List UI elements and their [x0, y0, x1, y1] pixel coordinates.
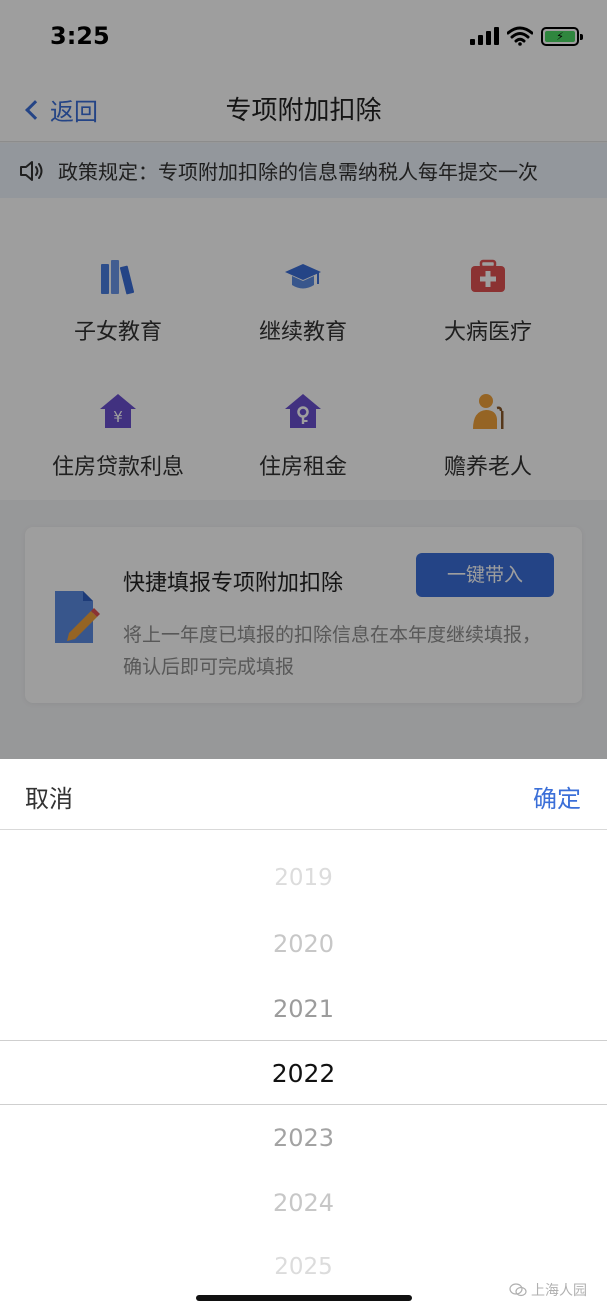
year-wheel[interactable]: 2019 2020 2021 2022 2023 2024 2025: [0, 830, 607, 1316]
watermark-text: 上海人园: [531, 1283, 587, 1299]
picker-option-2024[interactable]: 2024: [0, 1189, 607, 1217]
wechat-icon: [509, 1283, 527, 1297]
confirm-button[interactable]: 确定: [533, 779, 581, 814]
selection-line-top: [0, 1040, 607, 1041]
cancel-button[interactable]: 取消: [25, 779, 73, 814]
selection-line-bottom: [0, 1104, 607, 1105]
picker-option-2021[interactable]: 2021: [0, 995, 607, 1023]
picker-option-2019[interactable]: 2019: [0, 865, 607, 891]
year-picker-sheet: 取消 确定 2019 2020 2021 2022 2023 2024 2025: [0, 759, 607, 1316]
picker-option-2023[interactable]: 2023: [0, 1124, 607, 1152]
picker-toolbar: 取消 确定: [0, 759, 607, 830]
watermark: 上海人园: [509, 1280, 587, 1300]
picker-option-2020[interactable]: 2020: [0, 930, 607, 958]
picker-option-selected[interactable]: 2022: [0, 1059, 607, 1088]
picker-option-2025[interactable]: 2025: [0, 1254, 607, 1280]
home-indicator: [196, 1295, 412, 1301]
